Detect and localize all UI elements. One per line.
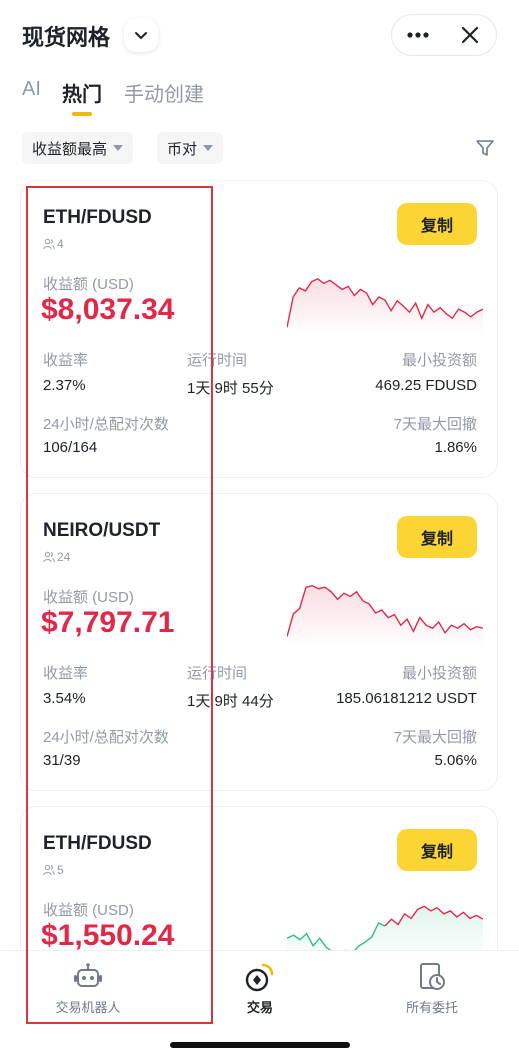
strategy-card[interactable]: ETH/FDUSD 4 复制 收益额 (USD) $8,037.34 收益率 运… <box>20 180 498 478</box>
min-invest-value: 469.25 FDUSD <box>375 377 477 394</box>
matched-trades-value: 106/164 <box>43 439 98 456</box>
pair-name: ETH/FDUSD <box>43 207 152 228</box>
more-dots-icon <box>407 32 429 38</box>
filter-bar: 收益额最高 币对 <box>0 118 519 178</box>
more-button[interactable] <box>392 14 444 56</box>
page-title: 现货网格 <box>22 25 111 50</box>
runtime-value: 1天 9时 55分 <box>187 380 274 397</box>
copy-button[interactable]: 复制 <box>397 829 477 871</box>
roi-value: 2.37% <box>43 377 86 394</box>
matched-trades-label: 24小时/总配对次数 <box>43 729 169 746</box>
copy-button[interactable]: 复制 <box>397 516 477 558</box>
orders-clock-icon <box>420 963 445 990</box>
tab-ai[interactable]: AI <box>22 78 41 101</box>
pnl-sparkline <box>287 584 483 648</box>
pair-name: ETH/FDUSD <box>43 833 152 854</box>
pnl-sparkline <box>287 905 483 950</box>
strategy-list[interactable]: ETH/FDUSD 4 复制 收益额 (USD) $8,037.34 收益率 运… <box>0 178 519 950</box>
pair-label: 币对 <box>167 140 198 158</box>
nav-label: 交易 <box>246 1000 273 1015</box>
profit-label: 收益额 (USD) <box>43 589 134 606</box>
tab-hot[interactable]: 热门 <box>62 78 102 107</box>
title-dropdown-button[interactable] <box>124 18 158 52</box>
pnl-sparkline <box>287 277 483 335</box>
nav-label: 交易机器人 <box>55 1000 121 1015</box>
sort-dropdown[interactable]: 收益额最高 <box>22 132 134 164</box>
sort-label: 收益额最高 <box>32 140 108 158</box>
users-count: 4 <box>57 237 64 251</box>
profit-value: $7,797.71 <box>41 606 175 639</box>
profit-value: $8,037.34 <box>41 293 175 326</box>
max-drawdown-value: 1.86% <box>434 439 477 456</box>
strategy-card[interactable]: ETH/FDUSD 5 复制 收益额 (USD) $1,550.24 收益率 运… <box>20 806 498 950</box>
roi-value: 3.54% <box>43 690 86 707</box>
min-invest-label: 最小投资额 <box>401 352 477 369</box>
caret-down-icon <box>113 145 124 151</box>
runtime-label: 运行时间 <box>187 352 248 369</box>
roi-label: 收益率 <box>43 665 89 682</box>
users-icon <box>43 551 55 563</box>
runtime-value: 1天 9时 44分 <box>187 693 274 710</box>
users-icon <box>43 238 55 250</box>
min-invest-label: 最小投资额 <box>401 665 477 682</box>
copy-users-count: 4 <box>43 237 64 251</box>
trade-icon <box>245 963 274 992</box>
max-drawdown-label: 7天最大回撤 <box>393 416 477 433</box>
copy-button[interactable]: 复制 <box>397 203 477 245</box>
max-drawdown-value: 5.06% <box>434 752 477 769</box>
active-tab-indicator <box>72 112 92 116</box>
profit-label: 收益额 (USD) <box>43 902 134 919</box>
roi-label: 收益率 <box>43 352 89 369</box>
users-count: 5 <box>57 863 64 877</box>
profit-label: 收益额 (USD) <box>43 276 134 293</box>
profit-value: $1,550.24 <box>41 919 175 950</box>
funnel-icon[interactable] <box>475 138 495 158</box>
header: 现货网格 <box>0 0 519 70</box>
users-icon <box>43 864 55 876</box>
nav-label: 所有委托 <box>405 1000 458 1015</box>
min-invest-value: 185.06181212 USDT <box>336 690 477 707</box>
strategy-card[interactable]: NEIRO/USDT 24 复制 收益额 (USD) $7,797.71 收益率… <box>20 493 498 791</box>
tab-bar: AI 热门 手动创建 <box>0 70 519 118</box>
copy-users-count: 24 <box>43 550 70 564</box>
matched-trades-label: 24小时/总配对次数 <box>43 416 169 433</box>
chevron-down-icon <box>135 32 147 39</box>
close-button[interactable] <box>444 14 496 56</box>
max-drawdown-label: 7天最大回撤 <box>393 729 477 746</box>
nav-all-orders[interactable]: 所有委托 <box>367 961 497 1016</box>
nav-trade[interactable]: 交易 <box>195 961 325 1016</box>
pair-dropdown[interactable]: 币对 <box>157 132 224 164</box>
pair-name: NEIRO/USDT <box>43 520 161 541</box>
copy-users-count: 5 <box>43 863 64 877</box>
users-count: 24 <box>57 550 71 564</box>
sparkline-area <box>287 278 483 335</box>
matched-trades-value: 31/39 <box>43 752 81 769</box>
sparkline-area <box>287 585 483 648</box>
home-indicator <box>170 1042 350 1048</box>
nav-trading-bots[interactable]: 交易机器人 <box>23 961 153 1016</box>
header-actions <box>391 14 497 56</box>
tab-manual-create[interactable]: 手动创建 <box>124 78 204 107</box>
robot-icon <box>74 963 102 987</box>
runtime-label: 运行时间 <box>187 665 248 682</box>
caret-down-icon <box>203 145 214 151</box>
close-icon <box>461 26 479 44</box>
sparkline-area <box>287 906 483 950</box>
